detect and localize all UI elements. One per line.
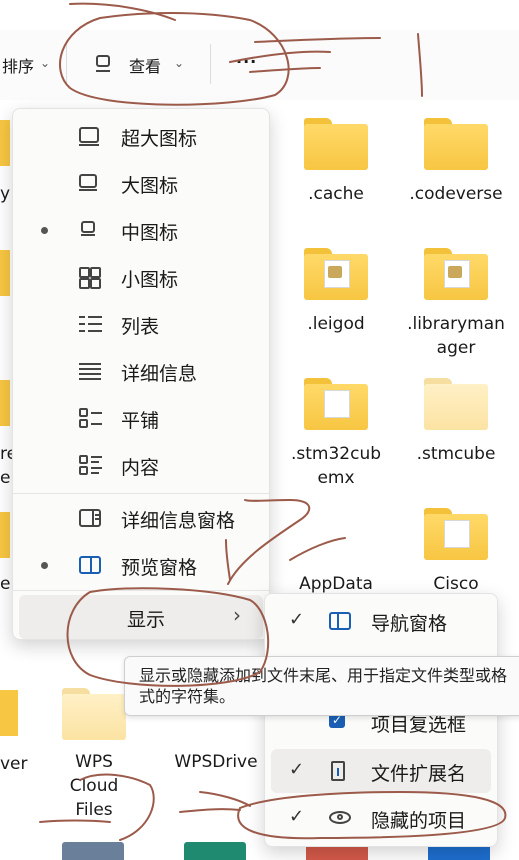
submenu-item-navigation-pane[interactable]: ✓ 导航窗格 xyxy=(265,599,495,643)
grid-icon xyxy=(79,267,103,289)
submenu-item-hidden-items[interactable]: ✓ 隐藏的项目 xyxy=(265,796,495,840)
folder-icon xyxy=(304,118,368,170)
check-icon: ✓ xyxy=(289,806,305,827)
selected-dot-icon xyxy=(41,227,48,234)
sort-chevron-down-icon[interactable]: ⌄ xyxy=(40,56,50,70)
menu-item-medium-icons[interactable]: 中图标 xyxy=(13,208,269,252)
left-folder-fragment[interactable] xyxy=(0,380,10,426)
scribble-left-3 xyxy=(199,791,251,807)
content-icon xyxy=(79,455,103,475)
file-name: .stmcube xyxy=(416,444,496,464)
show-submenu: ✓ 导航窗格 ✓ 项目复选框 ✓ 文件扩展名 ✓ 隐藏的项目 xyxy=(264,593,498,847)
menu-item-small-icons[interactable]: 小图标 xyxy=(13,255,269,299)
folder-icon xyxy=(304,378,368,430)
left-label-fragment: y xyxy=(0,184,11,204)
tooltip-text: 显示或隐藏添加到文件末尾、用于指定文件类型或格式的字符集。 xyxy=(139,666,508,706)
preview-pane-icon xyxy=(79,555,103,575)
left-folder-fragment[interactable] xyxy=(0,250,10,296)
left-label-fragment: e xyxy=(0,468,11,488)
menu-item-label: 中图标 xyxy=(121,222,179,244)
view-monitor-icon[interactable] xyxy=(96,54,110,72)
menu-item-label: 列表 xyxy=(121,316,160,338)
tiles-icon xyxy=(79,408,103,428)
command-bar: 排序 ⌄ 查看 ⌄ ... xyxy=(0,30,519,100)
file-name: .codeverse xyxy=(409,184,503,204)
file-name: .cache xyxy=(308,184,364,204)
menu-item-label: 大图标 xyxy=(121,175,179,197)
check-icon: ✓ xyxy=(289,759,305,780)
menu-item-label: 详细信息窗格 xyxy=(121,510,236,532)
view-button-label[interactable]: 查看 xyxy=(129,53,161,77)
menu-divider xyxy=(13,493,269,494)
folder-icon[interactable] xyxy=(184,842,246,860)
navigation-pane-icon xyxy=(329,611,353,631)
view-menu: 超大图标 大图标 中图标 小图标 列表 详细信息 平铺 内容 详细信息窗格 预览… xyxy=(12,108,270,640)
file-name: .leigod xyxy=(307,314,365,334)
submenu-item-file-extensions[interactable]: ✓ 文件扩展名 xyxy=(271,749,491,793)
menu-item-details-pane[interactable]: 详细信息窗格 xyxy=(13,496,269,540)
menu-item-extra-large-icons[interactable]: 超大图标 xyxy=(13,114,269,158)
menu-item-details[interactable]: 详细信息 xyxy=(13,349,269,393)
toolbar-divider xyxy=(210,44,211,84)
menu-item-label: 显示 xyxy=(127,609,166,631)
folder-icon xyxy=(424,248,488,300)
left-label-fragment: ver xyxy=(0,754,28,774)
details-icon xyxy=(79,361,103,381)
file-name: .librarymanager xyxy=(407,314,505,358)
selected-dot-icon xyxy=(41,562,48,569)
view-chevron-down-icon[interactable]: ⌄ xyxy=(174,56,184,70)
left-folder-fragment[interactable] xyxy=(0,512,10,558)
submenu-item-label: 隐藏的项目 xyxy=(371,810,467,832)
submenu-item-label: 导航窗格 xyxy=(371,613,448,635)
folder-icon xyxy=(62,688,126,740)
menu-item-content[interactable]: 内容 xyxy=(13,443,269,487)
sort-button-label[interactable]: 排序 xyxy=(2,53,34,77)
scribble-left-4 xyxy=(179,808,241,813)
monitor-large-icon xyxy=(79,126,103,146)
menu-item-tiles[interactable]: 平铺 xyxy=(13,396,269,440)
monitor-small-icon xyxy=(79,220,103,240)
left-label-fragment: e xyxy=(0,574,11,594)
menu-divider xyxy=(13,590,269,591)
eye-icon xyxy=(329,808,353,828)
scribble-top-line xyxy=(69,2,176,21)
file-name: WPS Cloud Files xyxy=(69,752,119,820)
menu-item-label: 详细信息 xyxy=(121,363,198,385)
menu-item-show[interactable]: 显示 › xyxy=(19,595,263,639)
scribble-arrow-2 xyxy=(289,537,346,561)
chevron-right-icon: › xyxy=(233,603,241,627)
menu-item-label: 预览窗格 xyxy=(121,557,198,579)
toolbar-divider xyxy=(66,44,67,84)
left-folder-fragment[interactable] xyxy=(0,690,18,736)
menu-item-label: 超大图标 xyxy=(121,128,198,150)
tooltip: 显示或隐藏添加到文件末尾、用于指定文件类型或格式的字符集。 xyxy=(124,656,519,716)
monitor-icon xyxy=(79,173,103,193)
folder-icon[interactable] xyxy=(62,842,124,860)
left-folder-fragment[interactable] xyxy=(0,120,10,166)
submenu-item-label: 文件扩展名 xyxy=(371,763,467,785)
menu-item-preview-pane[interactable]: 预览窗格 xyxy=(13,543,269,587)
menu-item-label: 小图标 xyxy=(121,269,179,291)
menu-item-label: 平铺 xyxy=(121,410,160,432)
file-name: .stm32cubemx xyxy=(290,444,382,488)
folder-icon xyxy=(424,508,488,560)
file-extension-icon xyxy=(329,761,353,781)
menu-item-label: 内容 xyxy=(121,457,160,479)
check-icon: ✓ xyxy=(289,609,305,630)
details-pane-icon xyxy=(79,508,103,528)
more-options-button[interactable]: ... xyxy=(236,48,257,67)
menu-item-large-icons[interactable]: 大图标 xyxy=(13,161,269,205)
folder-icon xyxy=(424,378,488,430)
file-name: WPSDrive xyxy=(174,752,258,772)
list-icon xyxy=(79,314,103,334)
folder-icon xyxy=(424,118,488,170)
menu-item-list[interactable]: 列表 xyxy=(13,302,269,346)
folder-icon xyxy=(304,248,368,300)
